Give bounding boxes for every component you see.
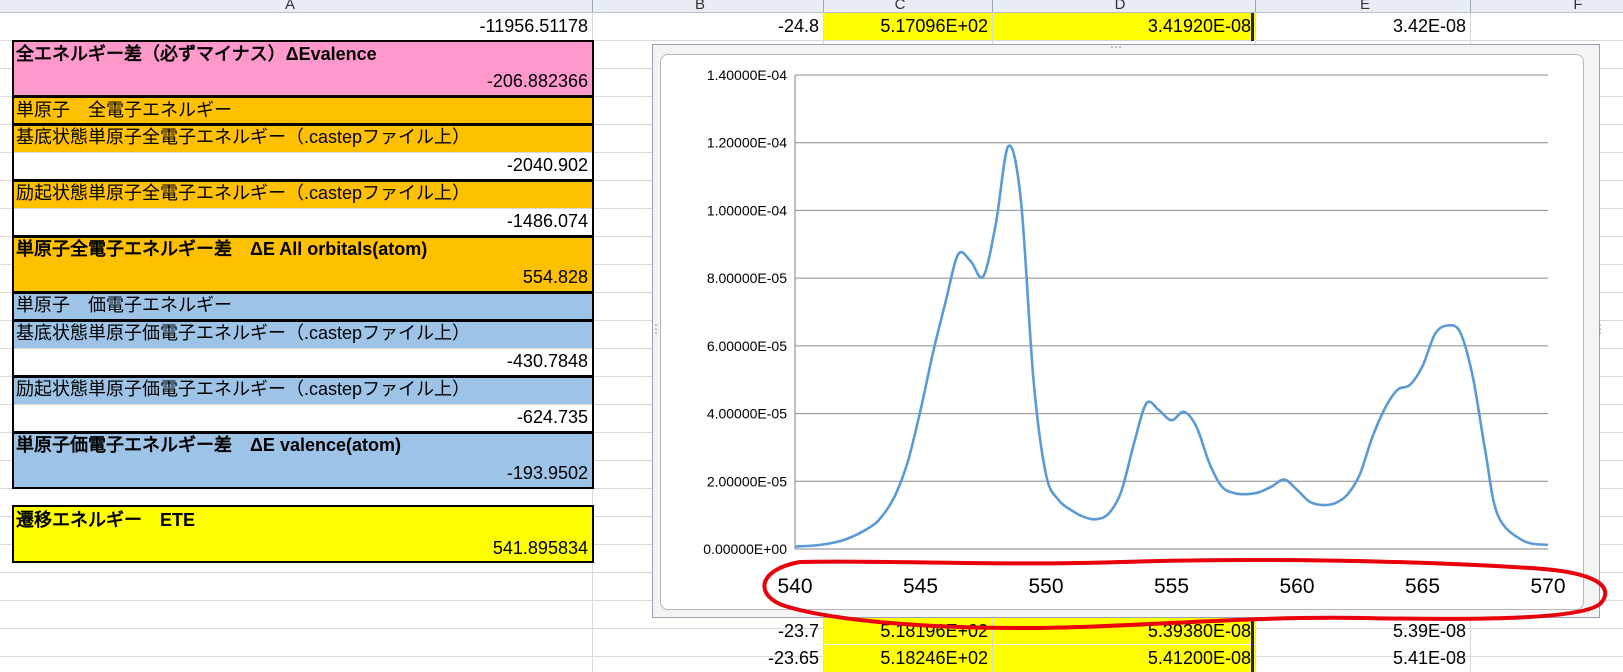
cell-b-top[interactable]: -24.8 [593, 13, 823, 40]
cell-e-bottom1[interactable]: 5.39E-08 [1256, 618, 1470, 644]
cell-d-bottom1[interactable]: 5.39380E-08 [993, 618, 1255, 644]
cell-c-top[interactable]: 5.17096E+02 [824, 13, 992, 40]
cell-border [12, 320, 594, 377]
column-separator[interactable] [592, 0, 593, 12]
column-separator[interactable] [823, 0, 824, 12]
cell-border [12, 96, 594, 125]
cell-b-bottom1[interactable]: -23.7 [593, 618, 823, 644]
cell-border [1251, 13, 1254, 41]
cell-e-bottom2[interactable]: 5.41E-08 [1256, 645, 1470, 672]
cell-e-top[interactable]: 3.42E-08 [1256, 13, 1470, 40]
chart-area[interactable] [660, 54, 1584, 610]
cell-d-bottom2[interactable]: 5.41200E-08 [993, 645, 1255, 672]
column-separator[interactable] [1470, 0, 1471, 12]
column-separator[interactable] [992, 0, 993, 12]
cell-border [12, 292, 594, 321]
column-header-d[interactable]: D [1100, 0, 1140, 13]
column-header-bar: A B C D E F [0, 0, 1623, 13]
column-header-a[interactable]: A [270, 0, 310, 13]
cell-border [12, 124, 594, 181]
cell-c-bottom1[interactable]: 5.18196E+02 [824, 618, 992, 644]
cell-d-top[interactable]: 3.41920E-08 [993, 13, 1255, 40]
cell-border [12, 432, 594, 489]
column-separator[interactable] [1255, 0, 1256, 12]
column-header-b[interactable]: B [680, 0, 720, 13]
resize-handle[interactable]: ⋮ [1594, 322, 1606, 336]
cell-border [1251, 618, 1254, 672]
cell-c-bottom2[interactable]: 5.18246E+02 [824, 645, 992, 672]
cell-b-bottom2[interactable]: -23.65 [593, 645, 823, 672]
resize-handle[interactable]: ⋯ [1110, 40, 1122, 54]
cell-border [12, 505, 594, 563]
column-header-c[interactable]: C [880, 0, 920, 13]
cell-border [12, 40, 594, 97]
column-header-e[interactable]: E [1345, 0, 1385, 13]
cell-border [12, 180, 594, 237]
cell-border [12, 236, 594, 293]
column-header-f[interactable]: F [1558, 0, 1598, 13]
cell-border [12, 376, 594, 433]
cell-a-top-value[interactable]: -11956.51178 [0, 13, 592, 40]
